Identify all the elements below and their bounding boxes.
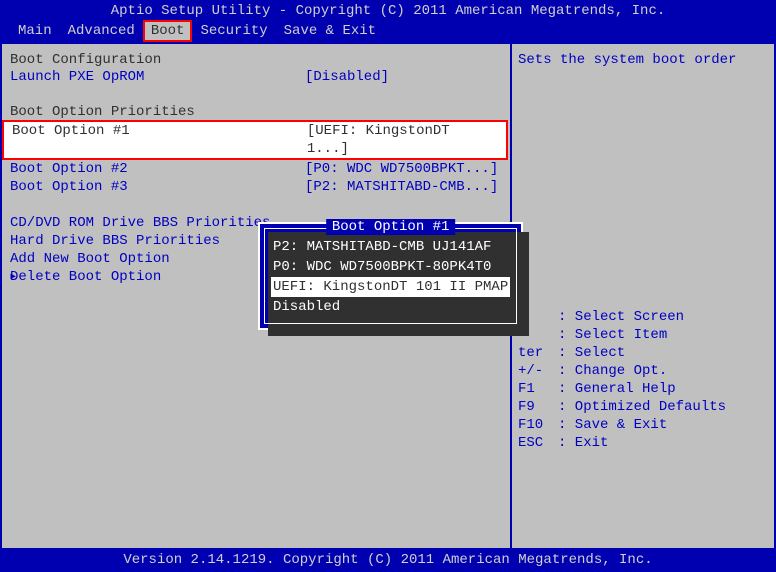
popup-item-uefi-kingston[interactable]: UEFI: KingstonDT 101 II PMAP bbox=[271, 277, 510, 297]
version-text: Version 2.14.1219. Copyright (C) 2011 Am… bbox=[0, 552, 776, 568]
boot2-value: [P0: WDC WD7500BPKT...] bbox=[305, 160, 498, 178]
key-legend: : Select Screen : Select Item ter: Selec… bbox=[518, 308, 768, 452]
help-panel: Sets the system boot order : Select Scre… bbox=[510, 44, 774, 548]
legend-enter: ter: Select bbox=[518, 344, 768, 362]
legend-select-screen: : Select Screen bbox=[518, 308, 768, 326]
tab-boot[interactable]: Boot bbox=[143, 20, 193, 42]
launch-pxe-option[interactable]: Launch PXE OpROM [Disabled] bbox=[10, 68, 502, 86]
tab-advanced[interactable]: Advanced bbox=[60, 22, 143, 40]
legend-general-help: F1: General Help bbox=[518, 380, 768, 398]
boot-option-3[interactable]: Boot Option #3 [P2: MATSHITABD-CMB...] bbox=[10, 178, 502, 196]
pxe-label: Launch PXE OpROM bbox=[10, 68, 305, 86]
tab-save-exit[interactable]: Save & Exit bbox=[276, 22, 384, 40]
tab-main[interactable]: Main bbox=[10, 22, 60, 40]
legend-select-item: : Select Item bbox=[518, 326, 768, 344]
boot-config-header: Boot Configuration bbox=[10, 52, 502, 68]
popup-item-disabled[interactable]: Disabled bbox=[271, 297, 510, 317]
boot-option-2[interactable]: Boot Option #2 [P0: WDC WD7500BPKT...] bbox=[10, 160, 502, 178]
footer-bar: Version 2.14.1219. Copyright (C) 2011 Am… bbox=[0, 548, 776, 572]
boot1-value: [UEFI: KingstonDT 1...] bbox=[307, 122, 500, 158]
pointer-icon: ▸ bbox=[9, 268, 17, 286]
boot-option-1[interactable]: Boot Option #1 [UEFI: KingstonDT 1...] bbox=[2, 120, 508, 160]
menu-tabs: Main Advanced Boot Security Save & Exit bbox=[0, 20, 776, 44]
popup-item-matshita[interactable]: P2: MATSHITABD-CMB UJ141AF bbox=[271, 237, 510, 257]
popup-title: Boot Option #1 bbox=[326, 219, 456, 235]
utility-title: Aptio Setup Utility - Copyright (C) 2011… bbox=[0, 3, 776, 19]
legend-save-exit: F10: Save & Exit bbox=[518, 416, 768, 434]
boot2-label: Boot Option #2 bbox=[10, 160, 305, 178]
legend-change-opt: +/-: Change Opt. bbox=[518, 362, 768, 380]
help-description: Sets the system boot order bbox=[518, 52, 768, 68]
popup-item-wdc[interactable]: P0: WDC WD7500BPKT-80PK4T0 bbox=[271, 257, 510, 277]
legend-escape: ESC: Exit bbox=[518, 434, 768, 452]
boot1-label: Boot Option #1 bbox=[12, 122, 307, 158]
header-bar: Aptio Setup Utility - Copyright (C) 2011… bbox=[0, 0, 776, 20]
boot-priorities-header: Boot Option Priorities bbox=[10, 104, 502, 120]
tab-security[interactable]: Security bbox=[192, 22, 275, 40]
boot-option-popup: Boot Option #1 P2: MATSHITABD-CMB UJ141A… bbox=[258, 222, 523, 330]
boot3-value: [P2: MATSHITABD-CMB...] bbox=[305, 178, 498, 196]
boot3-label: Boot Option #3 bbox=[10, 178, 305, 196]
pxe-value: [Disabled] bbox=[305, 68, 389, 86]
legend-optimized-defaults: F9: Optimized Defaults bbox=[518, 398, 768, 416]
